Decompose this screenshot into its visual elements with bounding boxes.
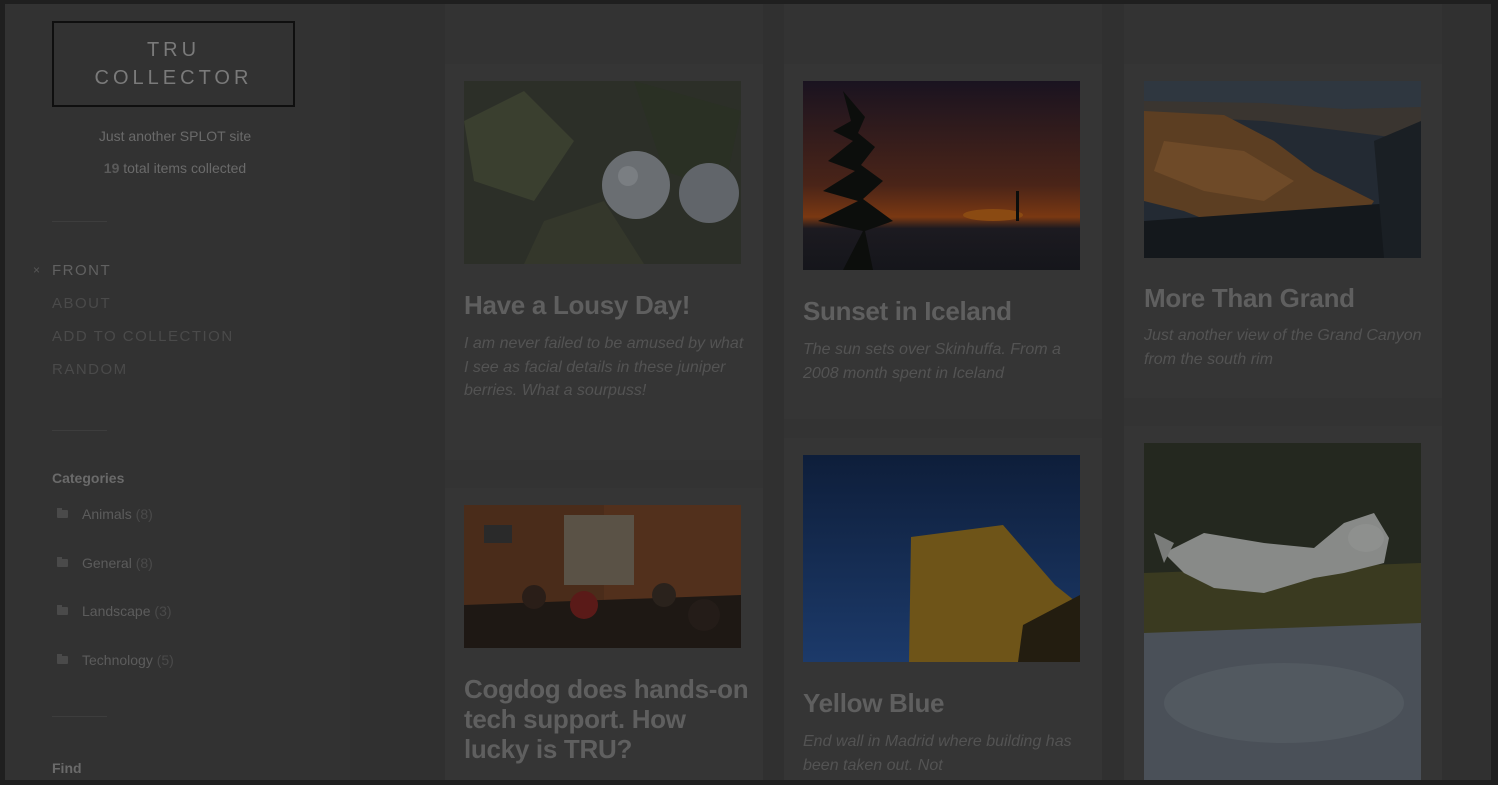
post-title[interactable]: Cogdog does hands-on tech support. How l… — [464, 674, 754, 764]
site-title-line2: COLLECTOR — [94, 67, 253, 89]
post-excerpt: I am never failed to be amused by what I… — [464, 335, 744, 399]
nav-item-label: ADD TO COLLECTION — [52, 328, 234, 345]
post-card[interactable]: Yellow Blue End wall in Madrid where bui… — [784, 438, 1102, 780]
nav-item-front[interactable]: × FRONT — [33, 262, 234, 295]
categories-title: Categories — [52, 470, 125, 486]
post-title[interactable]: Have a Lousy Day! — [464, 290, 754, 320]
category-technology[interactable]: Technology (5) — [57, 652, 174, 701]
category-animals[interactable]: Animals (8) — [57, 506, 174, 555]
items-count: 19 — [103, 160, 120, 176]
category-landscape[interactable]: Landscape (3) — [57, 603, 174, 652]
folder-icon — [57, 556, 68, 567]
nav-item-label: ABOUT — [52, 295, 112, 312]
category-count: (5) — [152, 651, 174, 668]
nav-item-label: RANDOM — [52, 361, 128, 378]
divider — [52, 221, 107, 222]
category-name: General — [82, 554, 132, 571]
post-thumbnail[interactable] — [1144, 443, 1421, 780]
post-thumbnail[interactable] — [464, 81, 741, 264]
divider — [52, 430, 107, 431]
post-thumbnail[interactable] — [464, 505, 741, 648]
post-card[interactable]: Sunset in Iceland The sun sets over Skin… — [784, 64, 1102, 419]
post-title[interactable]: More Than Grand — [1144, 283, 1434, 313]
category-name: Landscape — [82, 603, 151, 619]
post-title[interactable]: Sunset in Iceland — [803, 296, 1093, 326]
page-frame: TRU COLLECTOR Just another SPLOT site 19… — [5, 4, 1491, 780]
nav-item-about[interactable]: ABOUT — [33, 295, 234, 328]
post-card[interactable]: Have a Lousy Day! I am never failed to b… — [445, 64, 763, 460]
category-count: (3) — [150, 603, 172, 619]
categories-list: Animals (8) General (8) Landscape (3) Te… — [57, 506, 174, 700]
folder-icon — [57, 508, 68, 518]
post-card[interactable]: More Than Grand Just another view of the… — [1124, 64, 1442, 398]
category-count: (8) — [131, 506, 153, 522]
nav-item-label: FRONT — [52, 262, 112, 279]
current-marker-icon: × — [33, 263, 42, 277]
nav-item-random[interactable]: RANDOM — [33, 361, 234, 394]
post-thumbnail[interactable] — [1144, 81, 1421, 258]
post-excerpt: The sun sets over Skinhuffa. From a 2008… — [803, 341, 1061, 382]
post-thumbnail[interactable] — [803, 81, 1080, 270]
post-excerpt: Just another view of the Grand Canyon fr… — [1144, 327, 1422, 368]
post-excerpt: End wall in Madrid where building has be… — [803, 733, 1072, 774]
category-name: Technology — [82, 651, 153, 668]
site-title-line1: TRU — [146, 39, 201, 61]
site-logo[interactable]: TRU COLLECTOR — [52, 21, 295, 107]
divider — [52, 716, 107, 717]
category-name: Animals — [82, 506, 132, 522]
site-tagline: Just another SPLOT site — [98, 128, 252, 144]
post-title[interactable]: Yellow Blue — [803, 688, 1093, 718]
find-title: Find — [52, 760, 82, 776]
post-card[interactable] — [1124, 426, 1442, 780]
post-thumbnail[interactable] — [803, 455, 1080, 662]
folder-icon — [57, 605, 68, 615]
main-nav: × FRONT ABOUT ADD TO COLLECTION RANDOM — [33, 262, 234, 394]
category-general[interactable]: General (8) — [57, 555, 174, 604]
folder-icon — [57, 653, 68, 664]
category-count: (8) — [131, 554, 153, 571]
items-count-label: total items collected — [119, 160, 247, 176]
items-count-line: 19 total items collected — [5, 160, 345, 176]
sidebar: TRU COLLECTOR Just another SPLOT site 19… — [5, 4, 350, 780]
nav-item-add-to-collection[interactable]: ADD TO COLLECTION — [33, 328, 234, 361]
post-card[interactable]: Cogdog does hands-on tech support. How l… — [445, 488, 763, 780]
